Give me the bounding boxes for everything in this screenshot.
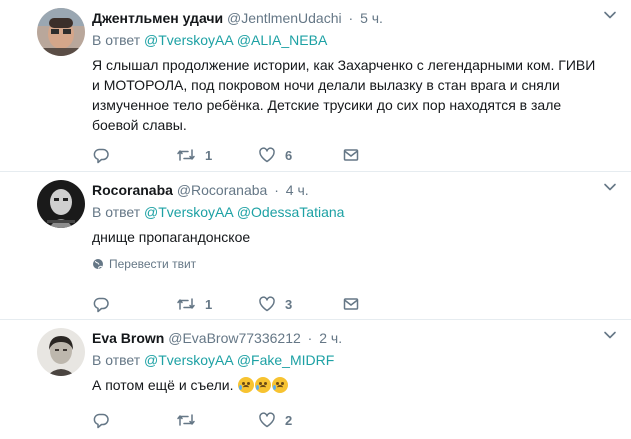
- globe-icon: [93, 259, 103, 269]
- mention-link[interactable]: @OdessaTatiana: [237, 204, 345, 220]
- tweet-header: Джентльмен удачи @JentlmenUdachi · 5 ч.: [92, 9, 615, 27]
- reply-prefix: В ответ: [92, 32, 141, 48]
- timestamp[interactable]: 2 ч.: [319, 330, 342, 346]
- chevron-down-icon[interactable]: [603, 8, 617, 22]
- avatar[interactable]: [37, 328, 85, 376]
- envelope-icon: [343, 298, 359, 310]
- chevron-down-icon[interactable]: [603, 180, 617, 194]
- crying-face-icon: [238, 377, 255, 393]
- username[interactable]: @EvaBrow77336212: [168, 330, 301, 346]
- retweet-icon: [177, 414, 195, 426]
- retweet-count: 1: [205, 147, 213, 163]
- separator-dot: ·: [274, 182, 279, 198]
- tweet-text-row: А потом ещё и съели.: [92, 375, 615, 395]
- reply-button[interactable]: [92, 411, 176, 429]
- avatar[interactable]: [37, 180, 85, 228]
- retweet-button[interactable]: [176, 411, 258, 429]
- like-count: 3: [285, 296, 293, 312]
- timestamp[interactable]: 4 ч.: [286, 182, 309, 198]
- separator-dot: ·: [348, 10, 354, 26]
- heart-icon: [259, 412, 275, 428]
- direct-message-button[interactable]: [342, 295, 360, 313]
- reply-icon: [93, 148, 109, 164]
- heart-icon: [259, 147, 275, 163]
- translate-tweet-link[interactable]: Перевести твит: [92, 256, 615, 272]
- heart-icon: [259, 296, 275, 312]
- tweet-text: А потом ещё и съели.: [92, 377, 234, 393]
- reply-prefix: В ответ: [92, 352, 141, 368]
- reply-button[interactable]: [92, 295, 176, 313]
- retweet-button[interactable]: 1: [176, 146, 258, 164]
- reply-context: В ответ @TverskoyAA @ALIA_NEBA: [92, 30, 615, 50]
- mention-link[interactable]: @TverskoyAA: [144, 352, 233, 368]
- mention-link[interactable]: @TverskoyAA: [144, 32, 233, 48]
- mention-link[interactable]: @TverskoyAA: [144, 204, 233, 220]
- like-button[interactable]: 2: [258, 411, 342, 429]
- mention-link[interactable]: @ALIA_NEBA: [237, 32, 327, 48]
- display-name[interactable]: Eva Brown: [92, 330, 164, 346]
- tweet-text: днище пропагандонское: [92, 229, 251, 245]
- tweet-text: Я слышал продолжение истории, как Захарч…: [92, 57, 596, 133]
- display-name[interactable]: Rocoranaba: [92, 182, 173, 198]
- tweet[interactable]: Eva Brown @EvaBrow77336212 · 2 ч. В отве…: [0, 320, 631, 439]
- like-button[interactable]: 6: [258, 146, 342, 164]
- like-count: 2: [285, 412, 293, 428]
- mention-link[interactable]: @Fake_MIDRF: [237, 352, 334, 368]
- tweet-actions: 1 3: [92, 295, 360, 313]
- tweet-header: Eva Brown @EvaBrow77336212 · 2 ч.: [92, 329, 615, 347]
- crying-face-icon: [272, 377, 289, 393]
- tweet[interactable]: Rocoranaba @Rocoranaba · 4 ч. В ответ @T…: [0, 172, 631, 320]
- tweet-header: Rocoranaba @Rocoranaba · 4 ч.: [92, 181, 615, 199]
- envelope-icon: [343, 149, 359, 161]
- username[interactable]: @Rocoranaba: [177, 182, 268, 198]
- reply-context: В ответ @TverskoyAA @Fake_MIDRF: [92, 350, 615, 370]
- tweet[interactable]: Джентльмен удачи @JentlmenUdachi · 5 ч. …: [0, 0, 631, 172]
- direct-message-button[interactable]: [342, 146, 360, 164]
- retweet-icon: [177, 149, 195, 161]
- username[interactable]: @JentlmenUdachi: [227, 10, 342, 26]
- reply-icon: [93, 413, 109, 429]
- tweet-actions: 2: [92, 411, 342, 429]
- chevron-down-icon[interactable]: [603, 328, 617, 342]
- like-button[interactable]: 3: [258, 295, 342, 313]
- separator-dot: ·: [307, 330, 313, 346]
- retweet-count: 1: [205, 296, 213, 312]
- reply-icon: [93, 297, 109, 313]
- translate-label: Перевести твит: [109, 257, 197, 271]
- timestamp[interactable]: 5 ч.: [360, 10, 383, 26]
- reply-prefix: В ответ: [92, 204, 141, 220]
- like-count: 6: [285, 147, 293, 163]
- retweet-button[interactable]: 1: [176, 295, 258, 313]
- crying-face-icon: [255, 377, 272, 393]
- avatar[interactable]: [37, 8, 85, 56]
- tweet-actions: 1 6: [92, 146, 360, 164]
- retweet-icon: [177, 298, 195, 310]
- reply-context: В ответ @TverskoyAA @OdessaTatiana: [92, 202, 615, 222]
- display-name[interactable]: Джентльмен удачи: [92, 10, 223, 26]
- reply-button[interactable]: [92, 146, 176, 164]
